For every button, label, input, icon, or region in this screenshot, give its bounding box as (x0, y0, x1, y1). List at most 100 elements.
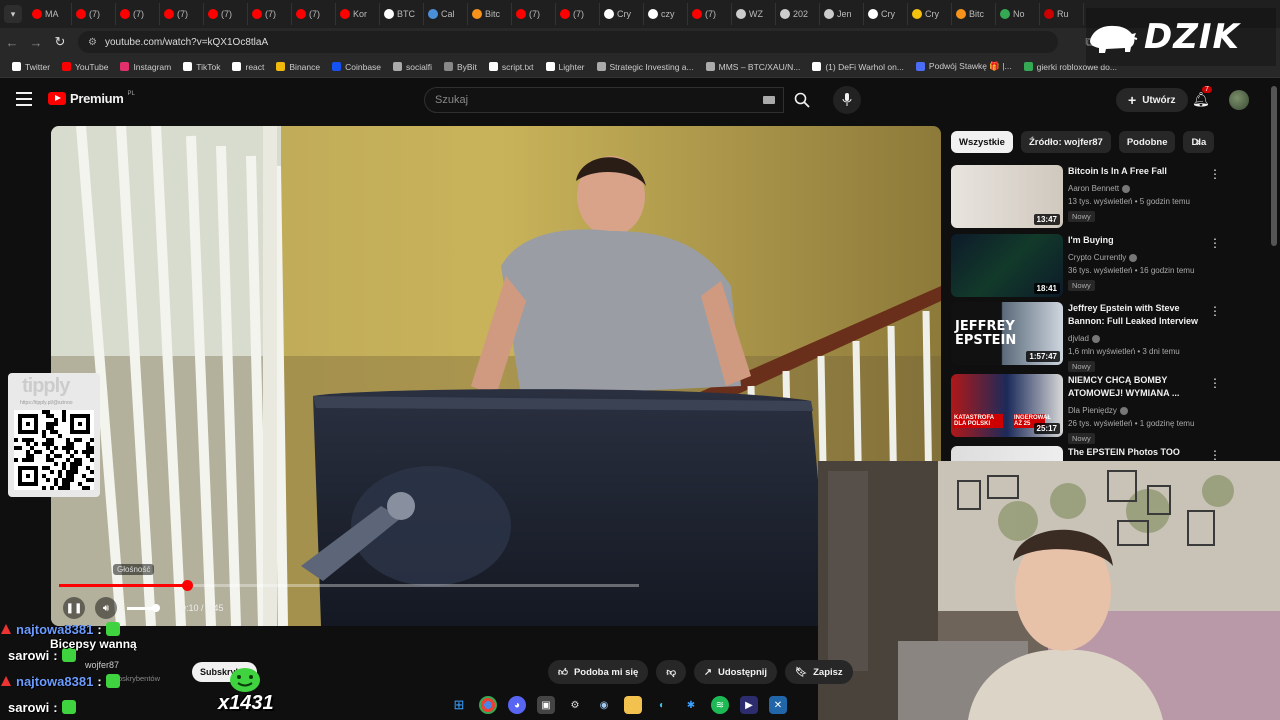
bookmark-item[interactable]: MMS – BTC/XAU/N... (700, 62, 807, 72)
browser-tab[interactable]: WZ (732, 3, 776, 25)
address-bar[interactable]: ⚙ youtube.com/watch?v=kQX1Oc8tlaA (78, 31, 1058, 53)
video-title[interactable]: I'm Buying (1068, 234, 1213, 247)
recommended-video[interactable]: JEFFREY EPSTEIN 1:57:47 Jeffrey Epstein wi… (951, 302, 1251, 372)
browser-tab[interactable]: (7) (204, 3, 248, 25)
browser-tab[interactable]: (7) (512, 3, 556, 25)
recommended-video[interactable]: 13:47 Bitcoin Is In A Free Fall Aaron Benn… (951, 165, 1251, 231)
browser-tab[interactable]: No (996, 3, 1040, 25)
bookmark-item[interactable]: Twitter (6, 62, 56, 72)
browser-tab[interactable]: (7) (556, 3, 600, 25)
more-options-icon[interactable]: ⋮ (1209, 304, 1221, 318)
browser-tab[interactable]: czy (644, 3, 688, 25)
save-button[interactable]: 🔖︎ Zapisz (785, 660, 853, 684)
reload-icon[interactable]: ↻ (48, 34, 72, 50)
bookmark-item[interactable]: Instagram (114, 62, 177, 72)
progress-scrubber[interactable] (181, 580, 193, 591)
volume-slider[interactable] (127, 603, 160, 612)
more-options-icon[interactable]: ⋮ (1209, 236, 1221, 250)
more-options-icon[interactable]: ⋮ (1209, 376, 1221, 390)
browser-tab[interactable]: (7) (72, 3, 116, 25)
video-player[interactable]: Głośność ❚❚ 🔊︎ 0:10 / 0:45 (51, 126, 941, 626)
browser-tab[interactable]: (7) (292, 3, 336, 25)
back-icon[interactable]: ← (0, 35, 24, 50)
more-options-icon[interactable]: ⋮ (1209, 448, 1221, 462)
chrome-icon[interactable] (479, 696, 497, 714)
share-button[interactable]: ↗ Udostępnij (694, 660, 778, 684)
browser-tab[interactable]: 202 (776, 3, 820, 25)
video-title[interactable]: Bitcoin Is In A Free Fall (1068, 165, 1213, 178)
mute-button[interactable]: 🔊︎ (95, 597, 117, 619)
search-button[interactable] (784, 87, 820, 113)
channel-name[interactable]: wojfer87 (85, 660, 119, 670)
bookmark-item[interactable]: socialfi (387, 62, 438, 72)
pause-button[interactable]: ❚❚ (63, 597, 85, 619)
progress-bar[interactable] (59, 580, 639, 591)
bookmark-item[interactable]: (1) DeFi Warhol on... (806, 62, 910, 72)
bookmark-item[interactable]: Binance (270, 62, 326, 72)
video-thumbnail[interactable]: 13:47 (951, 165, 1063, 228)
video-title[interactable]: The EPSTEIN Photos TOO (1068, 446, 1213, 459)
filter-chip[interactable]: Podobne (1118, 131, 1176, 153)
page-scrollbar[interactable] (1271, 86, 1277, 246)
channel-name[interactable]: Aaron Bennett (1068, 184, 1131, 193)
app-icon[interactable]: ▣ (537, 696, 555, 714)
bookmark-item[interactable]: react (226, 62, 270, 72)
filter-chip[interactable]: Źródło: wojfer87 (1020, 131, 1111, 153)
vscode-icon[interactable]: ✱ (682, 696, 700, 714)
bookmark-item[interactable]: TikTok (177, 62, 226, 72)
close-app-icon[interactable]: ✕ (769, 696, 787, 714)
bookmark-item[interactable]: Podwój Stawkę 🎁 |... (910, 61, 1018, 72)
channel-name[interactable]: djvlad (1068, 334, 1100, 343)
browser-tab[interactable]: Cry (908, 3, 952, 25)
video-thumbnail[interactable]: 18:41 (951, 234, 1063, 297)
browser-tab[interactable]: Cal (424, 3, 468, 25)
steam-icon[interactable]: ◉ (595, 696, 613, 714)
recommended-video[interactable]: 18:41 I'm Buying Crypto Currently 36 tys. w… (951, 234, 1251, 300)
browser-tab[interactable]: Ru (1040, 3, 1084, 25)
browser-tab[interactable]: (7) (688, 3, 732, 25)
forward-icon[interactable]: → (24, 35, 48, 50)
browser-tab[interactable]: MA (28, 3, 72, 25)
video-thumbnail[interactable]: JEFFREY EPSTEIN 1:57:47 (951, 302, 1063, 365)
edge-icon[interactable]: ◐ (653, 696, 671, 714)
media-icon[interactable]: ▶ (740, 696, 758, 714)
discord-icon[interactable]: ◕ (508, 696, 526, 714)
youtube-logo[interactable]: Premium PL (48, 91, 135, 106)
bookmark-item[interactable]: YouTube (56, 62, 114, 72)
folder-icon[interactable] (624, 696, 642, 714)
dislike-button[interactable]: 👎︎ (656, 660, 686, 684)
browser-tab[interactable]: Jen (820, 3, 864, 25)
channel-name[interactable]: Crypto Currently (1068, 253, 1138, 262)
browser-tab[interactable]: Bitc (952, 3, 996, 25)
create-button[interactable]: + Utwórz (1116, 88, 1188, 112)
browser-tab[interactable]: (7) (160, 3, 204, 25)
keyboard-icon[interactable] (763, 96, 775, 104)
filter-chip[interactable]: Wszystkie (951, 131, 1013, 153)
browser-tab[interactable]: (7) (116, 3, 160, 25)
search-input[interactable]: Szukaj (424, 87, 784, 113)
voice-search-button[interactable] (833, 86, 861, 114)
notifications-button[interactable]: 🔔︎ 7 (1192, 86, 1212, 108)
recommended-video[interactable]: KATASTROFA DLA POLSKI INGEROWAŁ AŻ 25 25:1… (951, 374, 1251, 444)
site-info-icon[interactable]: ⚙ (88, 37, 97, 48)
bookmark-item[interactable]: Strategic Investing a... (591, 62, 700, 72)
channel-name[interactable]: Dla Pieniędzy (1068, 406, 1128, 415)
browser-tab[interactable]: Kor (336, 3, 380, 25)
chevron-right-icon[interactable]: › (1196, 133, 1201, 149)
bookmark-item[interactable]: Coinbase (326, 62, 387, 72)
account-avatar[interactable] (1229, 90, 1249, 110)
bookmark-item[interactable]: ByBit (438, 62, 483, 72)
bookmark-item[interactable]: script.txt (483, 62, 540, 72)
video-title[interactable]: Jeffrey Epstein with Steve Bannon: Full … (1068, 302, 1213, 328)
menu-icon[interactable] (16, 92, 32, 106)
browser-tab[interactable]: Cry (864, 3, 908, 25)
windows-start-icon[interactable]: ⊞ (450, 696, 468, 714)
browser-tab[interactable]: BTC (380, 3, 424, 25)
tab-search-icon[interactable]: ▾ (4, 5, 22, 23)
settings-icon[interactable]: ⚙ (566, 696, 584, 714)
browser-tab[interactable]: Bitc (468, 3, 512, 25)
bookmark-item[interactable]: Lighter (540, 62, 591, 72)
more-options-icon[interactable]: ⋮ (1209, 167, 1221, 181)
browser-tab[interactable]: Cry (600, 3, 644, 25)
video-title[interactable]: NIEMCY CHCĄ BOMBY ATOMOWEJ! WYMIANA ... (1068, 374, 1213, 400)
